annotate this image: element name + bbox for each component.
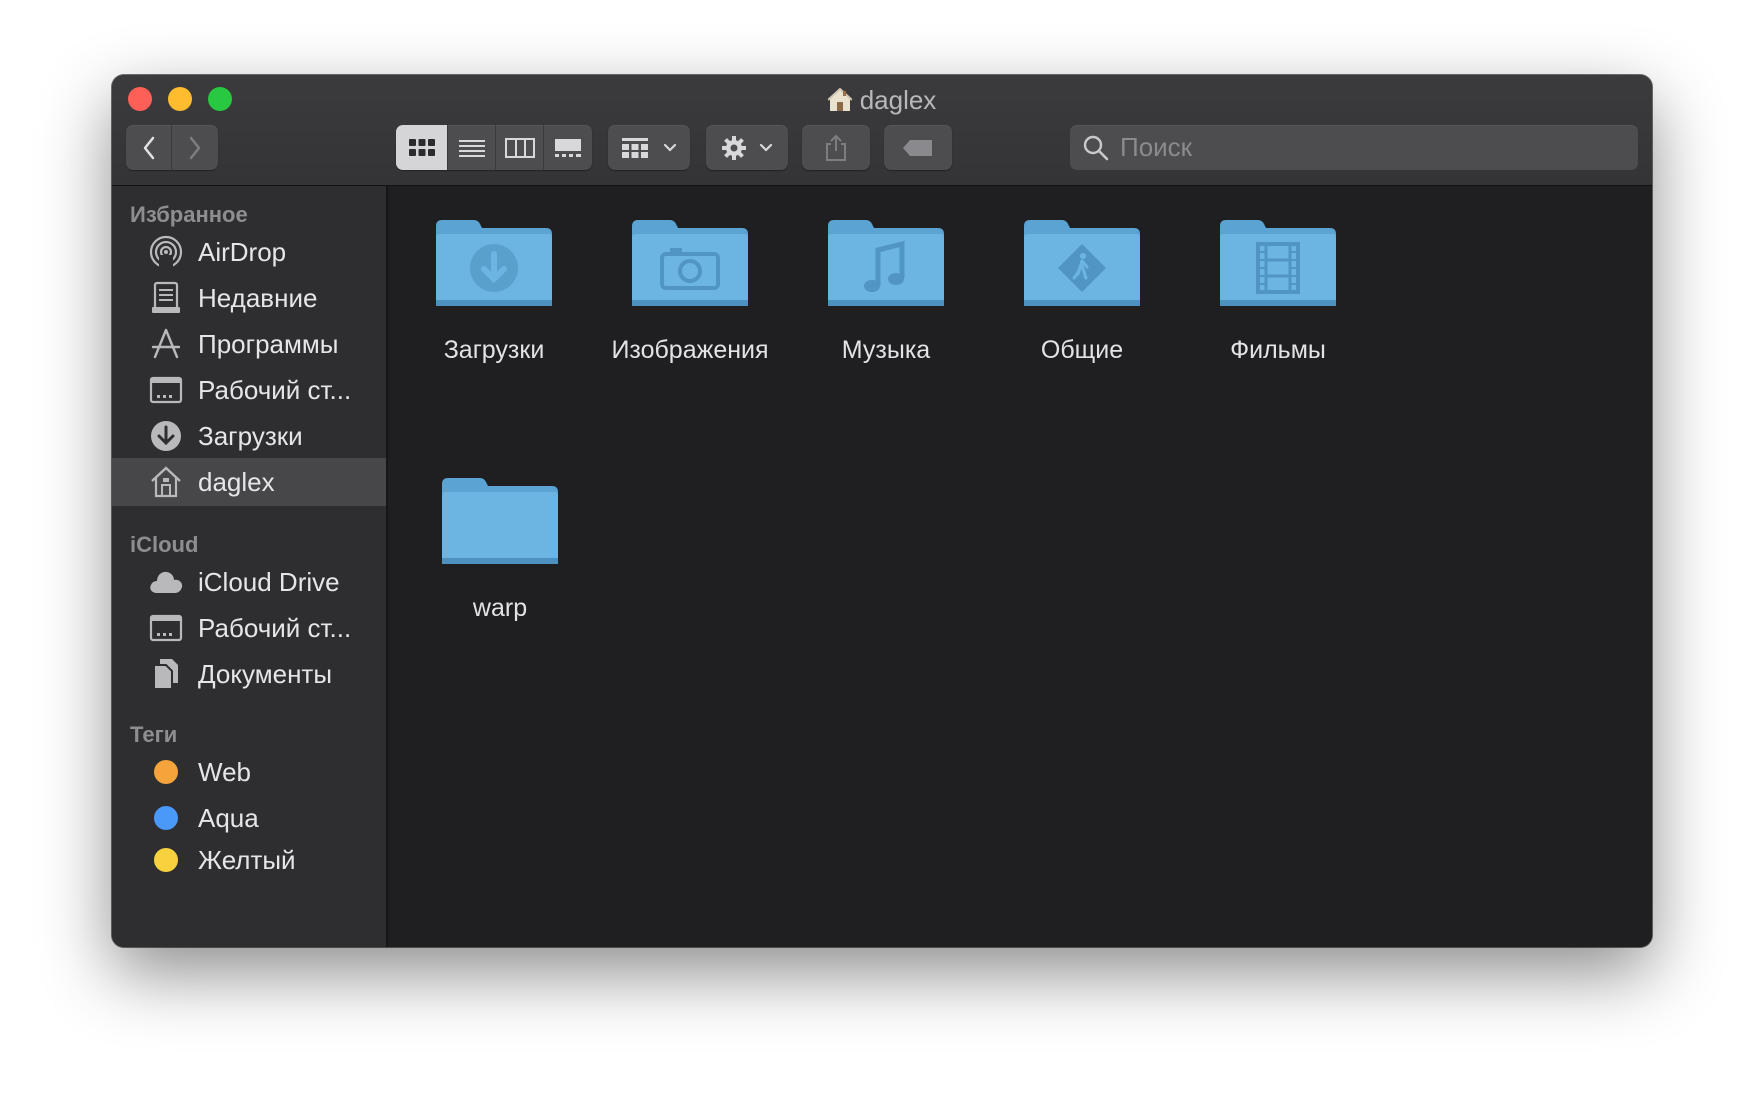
group-icon <box>622 137 648 158</box>
edit-tags-content <box>884 125 952 170</box>
applications-icon <box>146 324 186 364</box>
sidebar-item-label: Желтый <box>198 844 296 875</box>
view-columns-button[interactable] <box>496 125 544 170</box>
icon-view-icon <box>408 138 435 156</box>
tag-color-dot <box>146 752 186 792</box>
action-menu-content <box>706 125 788 170</box>
sidebar-item-label: Документы <box>198 658 333 689</box>
sidebar-item-label: Aqua <box>198 802 259 833</box>
edit-tags-button[interactable] <box>884 125 952 170</box>
cloud-icon <box>146 562 186 602</box>
sidebar-header-tags: Теги <box>130 722 178 747</box>
window-title-text: daglex <box>859 85 937 115</box>
sidebar-item-home[interactable]: daglex <box>112 458 386 506</box>
sidebar-item-applications[interactable]: Программы <box>112 320 386 368</box>
navigation-buttons <box>126 125 218 170</box>
file-item-movies[interactable]: Фильмы <box>1178 216 1378 365</box>
airdrop-icon <box>146 232 186 272</box>
file-item-pictures[interactable]: Изображения <box>590 216 790 365</box>
sidebar-item-downloads[interactable]: Загрузки <box>112 412 386 460</box>
sidebar-item-label: daglex <box>198 466 275 497</box>
movies-folder-icon <box>1220 220 1336 306</box>
sidebar-tag-web[interactable]: Web <box>112 748 386 796</box>
public-folder-icon <box>1024 220 1140 306</box>
recents-icon <box>146 278 186 318</box>
search-field[interactable] <box>1070 125 1638 170</box>
folder-icon <box>442 478 558 564</box>
music-folder-icon <box>828 220 944 306</box>
columns-view-icon <box>504 137 535 158</box>
desktop-icon <box>146 608 186 648</box>
sidebar-item-documents[interactable]: Документы <box>112 650 386 698</box>
chevron-down-icon <box>663 143 677 152</box>
documents-icon <box>146 654 186 694</box>
share-icon <box>826 134 846 161</box>
home-icon <box>827 87 853 121</box>
group-by-content <box>608 125 690 170</box>
file-item-warp[interactable]: warp <box>400 474 600 623</box>
home-icon <box>146 462 186 502</box>
finder-window: daglex Поиск Избранное AirDrop Недавние … <box>112 75 1652 947</box>
file-browser-content: Загрузки Изображения Музыка Общие Фильмы… <box>388 186 1652 947</box>
title-bar: daglex <box>112 75 1652 186</box>
sidebar-item-label: Недавние <box>198 282 318 313</box>
chevron-left-icon <box>143 136 154 159</box>
sidebar-item-label: Рабочий ст... <box>198 612 352 643</box>
sidebar-item-label: AirDrop <box>198 236 287 267</box>
file-item-label: warp <box>472 594 528 622</box>
list-view-icon <box>458 139 485 157</box>
tag-color-dot <box>146 840 186 880</box>
view-mode-selector <box>396 125 592 170</box>
sidebar-item-desktop[interactable]: Рабочий ст... <box>112 366 386 414</box>
sidebar-item-label: Загрузки <box>198 420 303 451</box>
sidebar-header-favorites: Избранное <box>130 202 248 227</box>
desktop-icon <box>146 370 186 410</box>
chevron-right-icon <box>189 136 201 159</box>
pictures-folder-icon <box>632 220 748 306</box>
sidebar-item-label: iCloud Drive <box>198 566 340 597</box>
sidebar-item-airdrop[interactable]: AirDrop <box>112 228 386 276</box>
file-item-label: Изображения <box>611 336 769 364</box>
file-item-downloads[interactable]: Загрузки <box>394 216 594 365</box>
tag-color-dot <box>146 798 186 838</box>
sidebar-item-label: Программы <box>198 328 339 359</box>
chevron-down-icon <box>759 143 773 152</box>
action-menu-button[interactable] <box>706 125 788 170</box>
view-icons-button[interactable] <box>396 125 448 170</box>
downloads-icon <box>146 416 186 456</box>
sidebar-tag-yellow[interactable]: Желтый <box>112 836 386 884</box>
window-title: daglex <box>112 83 1652 121</box>
file-item-label: Музыка <box>841 336 931 364</box>
downloads-folder-icon <box>436 220 552 306</box>
group-by-button[interactable] <box>608 125 690 170</box>
file-item-public[interactable]: Общие <box>982 216 1182 365</box>
sidebar-item-icloud-desktop[interactable]: Рабочий ст... <box>112 604 386 652</box>
sidebar-item-recents[interactable]: Недавние <box>112 274 386 322</box>
sidebar-item-icloud-drive[interactable]: iCloud Drive <box>112 558 386 606</box>
search-input[interactable] <box>1118 131 1622 164</box>
sidebar: Избранное AirDrop Недавние Программы Раб… <box>112 186 388 947</box>
sidebar-header-icloud: iCloud <box>130 532 199 557</box>
sidebar-item-label: Web <box>198 756 251 787</box>
forward-button[interactable] <box>172 125 218 170</box>
sidebar-item-label: Рабочий ст... <box>198 374 352 405</box>
share-content <box>802 125 870 170</box>
file-item-label: Общие <box>1040 336 1124 364</box>
share-button[interactable] <box>802 125 870 170</box>
gallery-view-icon <box>555 138 581 157</box>
search-icon <box>1083 135 1109 160</box>
file-item-music[interactable]: Музыка <box>786 216 986 365</box>
gear-icon <box>722 135 746 160</box>
sidebar-tag-aqua[interactable]: Aqua <box>112 794 386 842</box>
file-item-label: Фильмы <box>1230 336 1326 364</box>
view-gallery-button[interactable] <box>544 125 592 170</box>
file-item-label: Загрузки <box>443 336 545 364</box>
back-button[interactable] <box>126 125 172 170</box>
view-list-button[interactable] <box>448 125 496 170</box>
tag-icon <box>903 139 932 156</box>
